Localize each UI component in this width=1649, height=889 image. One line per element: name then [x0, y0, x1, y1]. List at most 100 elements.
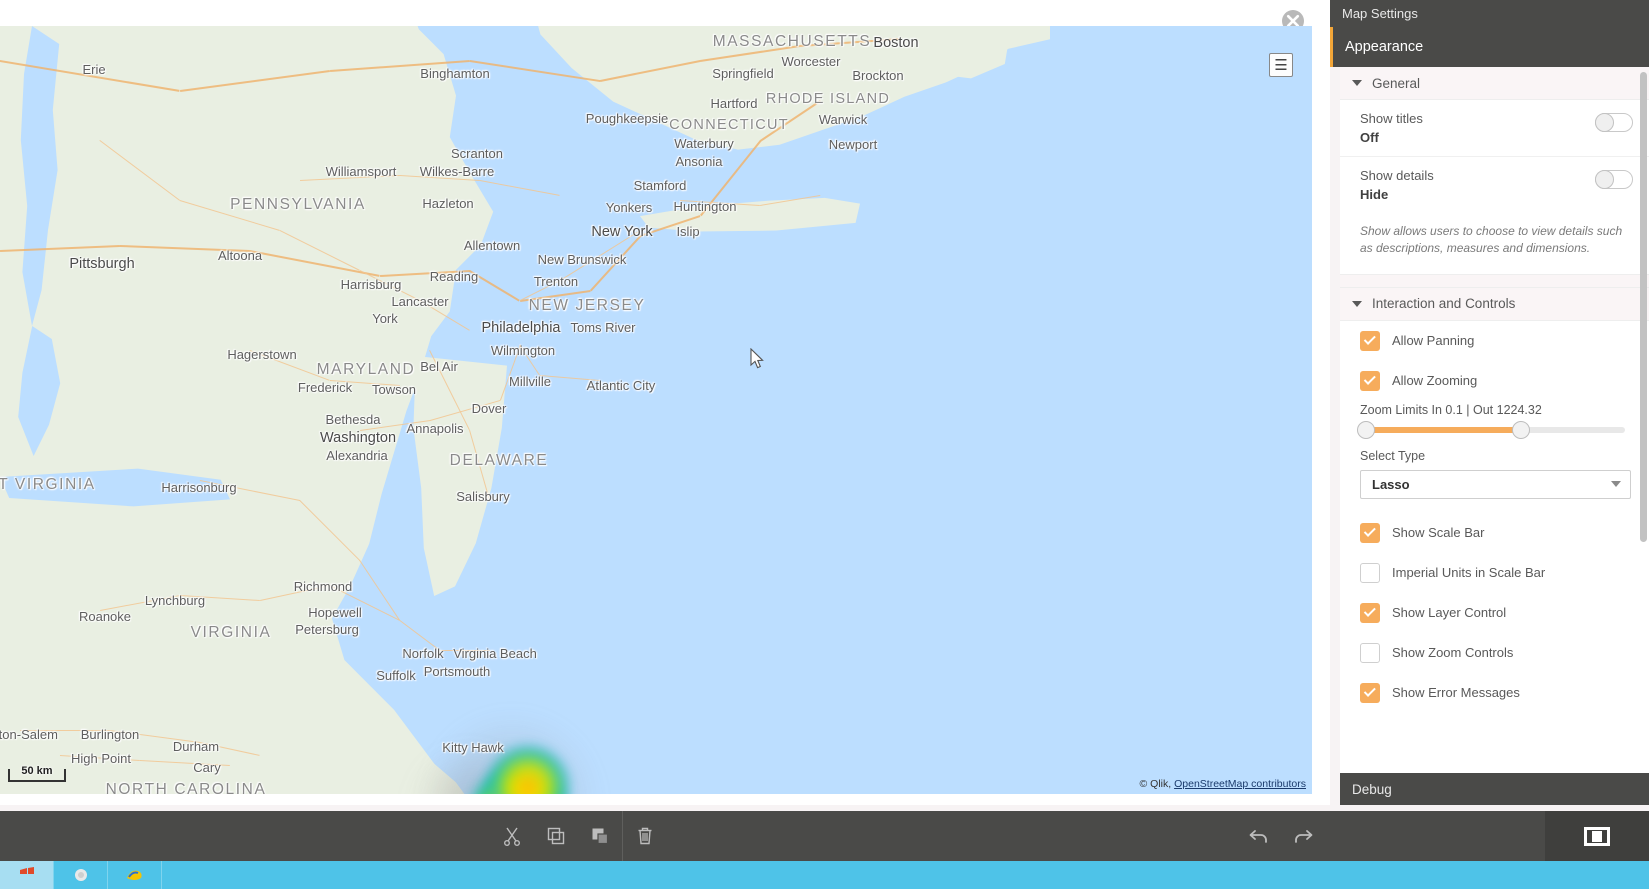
checkbox-checked-icon — [1360, 682, 1380, 703]
edit-actions-group — [490, 811, 667, 861]
taskbar-app-1[interactable] — [54, 861, 108, 889]
tab-appearance-label: Appearance — [1345, 39, 1424, 55]
show-titles-toggle[interactable] — [1595, 113, 1633, 132]
road-segment — [479, 180, 560, 197]
openstreetmap-link[interactable]: OpenStreetMap contributors — [1174, 778, 1306, 790]
map-label: Stamford — [633, 178, 687, 193]
checkbox-show-error-messages[interactable]: Show Error Messages — [1340, 672, 1649, 713]
copy-button[interactable] — [534, 811, 578, 861]
layer-control-button[interactable]: ☰ — [1269, 53, 1293, 77]
taskbar-app-2[interactable] — [108, 861, 162, 889]
cut-button[interactable] — [490, 811, 534, 861]
scale-bar-label: 50 km — [21, 765, 53, 777]
application-window: Erie Binghamton MASSACHUSETTS Boston Worcest… — [0, 0, 1649, 889]
zoom-limits-slider[interactable] — [1357, 420, 1625, 439]
select-type-value: Lasso — [1372, 476, 1410, 492]
fullscreen-toggle-button[interactable] — [1545, 811, 1649, 861]
setting-show-details: Show details Hide — [1340, 157, 1649, 213]
panel-title: Map Settings — [1342, 6, 1418, 21]
show-details-label: Show details — [1360, 168, 1434, 183]
map-label: Philadelphia — [481, 320, 561, 336]
checkbox-show-zoom-controls[interactable]: Show Zoom Controls — [1340, 632, 1649, 673]
map-label: Virginia Beach — [453, 646, 537, 661]
road-segment — [539, 375, 600, 382]
hamburger-icon: ☰ — [1274, 56, 1288, 74]
heatmap-hotspot — [470, 768, 566, 794]
select-type-label: Select Type — [1360, 448, 1426, 463]
chevron-down-icon — [1352, 300, 1362, 307]
redo-icon — [1295, 830, 1313, 843]
scale-bar: 50 km — [8, 765, 66, 782]
taskbar-start-button[interactable] — [0, 861, 54, 889]
checkbox-imperial-units[interactable]: Imperial Units in Scale Bar — [1340, 552, 1649, 593]
map-attribution: © Qlik, OpenStreetMap contributors — [1140, 778, 1306, 790]
panel-title-bar: Map Settings — [1330, 0, 1649, 27]
properties-panel: Map Settings Appearance General Show tit… — [1330, 0, 1649, 805]
map-label: New York — [591, 224, 653, 240]
checkbox-checked-icon — [1360, 522, 1380, 543]
map-visualization-panel: Erie Binghamton MASSACHUSETTS Boston Worcest… — [0, 0, 1330, 805]
fullscreen-icon — [1584, 826, 1610, 846]
browser-icon — [126, 870, 142, 880]
road-segment — [20, 730, 110, 732]
show-layer-control-label: Show Layer Control — [1392, 605, 1507, 621]
map-label: Kitty Hawk — [442, 740, 504, 755]
copy-icon — [547, 827, 565, 845]
slider-handle-min[interactable] — [1357, 420, 1375, 439]
panel-scrollbar-thumb[interactable] — [1640, 72, 1647, 542]
zoom-limits-label: Zoom Limits In 0.1 | Out 1224.32 — [1360, 402, 1542, 417]
checkbox-checked-icon — [1360, 370, 1380, 391]
checkbox-unchecked-icon — [1360, 562, 1380, 583]
show-details-toggle[interactable] — [1595, 170, 1633, 189]
road-segment — [440, 650, 490, 652]
history-actions-group — [1237, 811, 1325, 861]
show-details-value: Hide — [1360, 187, 1389, 202]
map-label: Yonkers — [605, 200, 653, 215]
show-details-help: Show allows users to choose to view deta… — [1340, 213, 1649, 274]
select-type-block: Select Type Lasso — [1340, 446, 1649, 513]
paste-icon — [592, 828, 609, 845]
chevron-down-icon — [1352, 80, 1362, 86]
tab-debug[interactable]: Debug — [1340, 773, 1649, 805]
trash-icon — [638, 827, 652, 845]
delete-button[interactable] — [623, 811, 667, 861]
tab-appearance[interactable]: Appearance — [1330, 27, 1649, 67]
attribution-prefix: © Qlik, — [1139, 778, 1172, 790]
toggle-knob — [1595, 170, 1614, 189]
mouse-cursor — [750, 347, 764, 374]
heatmap-hotspot — [488, 747, 568, 794]
section-title-general: General — [1372, 75, 1421, 91]
show-titles-label: Show titles — [1360, 111, 1423, 126]
section-divider — [1340, 273, 1649, 288]
section-header-general[interactable]: General — [1340, 67, 1649, 100]
checkbox-show-layer-control[interactable]: Show Layer Control — [1340, 592, 1649, 633]
map-label: Portsmouth — [423, 664, 491, 679]
map-canvas[interactable]: Erie Binghamton MASSACHUSETTS Boston Worcest… — [0, 26, 1312, 794]
chevron-down-icon — [1611, 481, 1621, 488]
landmass-long-island — [640, 197, 860, 232]
checkbox-allow-panning[interactable]: Allow Panning — [1340, 320, 1649, 361]
paste-button[interactable] — [578, 811, 622, 861]
checkbox-checked-icon — [1360, 330, 1380, 351]
imperial-units-label: Imperial Units in Scale Bar — [1392, 565, 1546, 581]
checkbox-checked-icon — [1360, 602, 1380, 623]
select-type-dropdown[interactable]: Lasso — [1360, 469, 1631, 499]
road-segment — [560, 255, 601, 282]
road-segment — [399, 620, 440, 652]
show-zoom-controls-label: Show Zoom Controls — [1392, 645, 1514, 661]
road-segment — [468, 270, 520, 302]
os-taskbar — [0, 861, 1649, 889]
show-error-messages-label: Show Error Messages — [1392, 685, 1520, 701]
scissors-icon — [504, 827, 520, 846]
checkbox-show-scale-bar[interactable]: Show Scale Bar — [1340, 512, 1649, 553]
slider-handle-max[interactable] — [1512, 420, 1531, 439]
tab-debug-label: Debug — [1352, 781, 1392, 797]
explorer-icon — [74, 869, 87, 881]
checkbox-allow-zooming[interactable]: Allow Zooming — [1340, 360, 1649, 401]
undo-button[interactable] — [1237, 811, 1281, 861]
start-icon — [19, 867, 34, 874]
section-header-interaction[interactable]: Interaction and Controls — [1340, 287, 1649, 321]
road-segment — [518, 345, 540, 376]
section-title-interaction: Interaction and Controls — [1372, 296, 1516, 312]
redo-button[interactable] — [1281, 811, 1325, 861]
